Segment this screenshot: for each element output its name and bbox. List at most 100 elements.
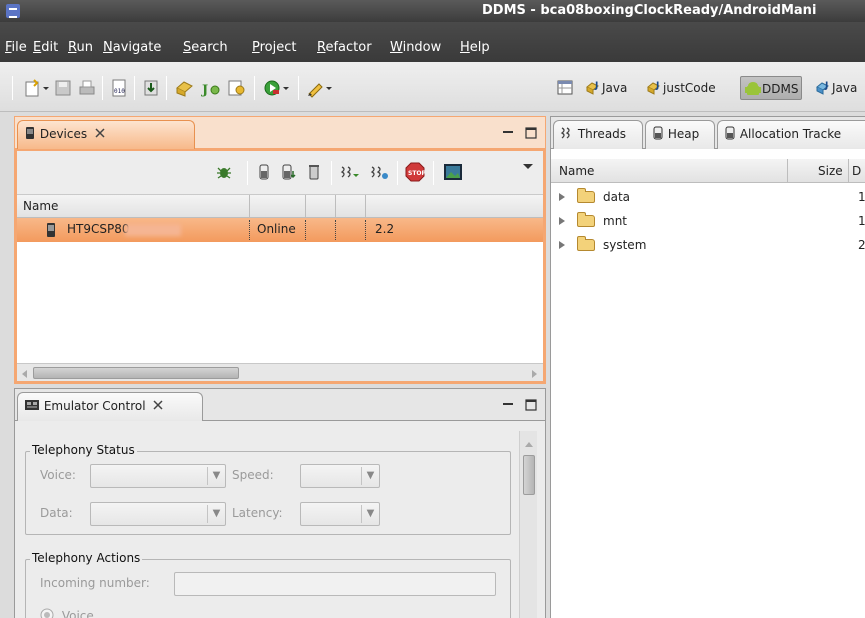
menu-window[interactable]: Window bbox=[390, 40, 441, 55]
tree-row-data[interactable]: data 1 bbox=[551, 185, 865, 209]
menu-navigate[interactable]: Navigate bbox=[103, 40, 161, 55]
menu-help[interactable]: Help bbox=[460, 40, 490, 55]
new-file-icon[interactable] bbox=[226, 78, 248, 98]
tab-heap[interactable]: Heap bbox=[645, 120, 715, 149]
folder-icon bbox=[577, 236, 595, 251]
open-perspective-icon[interactable] bbox=[556, 78, 574, 98]
data-combo[interactable]: ▼ bbox=[90, 502, 226, 526]
device-row[interactable]: HT9CSP80 Online 2.2 bbox=[17, 218, 543, 242]
heap-update-icon[interactable] bbox=[257, 163, 271, 183]
column-header-name[interactable]: Name bbox=[23, 199, 58, 213]
save-icon[interactable] bbox=[54, 78, 72, 98]
column-separator bbox=[365, 220, 366, 240]
toolbar-separator bbox=[102, 76, 103, 100]
menu-search[interactable]: Search bbox=[183, 40, 228, 55]
latency-combo[interactable]: ▼ bbox=[300, 502, 380, 526]
tab-allocation-tracker[interactable]: Allocation Tracke bbox=[717, 120, 865, 149]
view-menu-icon[interactable] bbox=[522, 161, 534, 181]
expand-arrow-icon[interactable] bbox=[559, 193, 565, 201]
column-separator[interactable] bbox=[848, 159, 849, 183]
svg-text:010: 010 bbox=[114, 88, 125, 95]
binary-icon[interactable]: 010 bbox=[110, 78, 128, 98]
maximize-icon[interactable] bbox=[525, 399, 537, 414]
menu-bar: File Edit Run Navigate Search Project Re… bbox=[0, 22, 865, 62]
threads-icon bbox=[560, 121, 574, 148]
close-icon[interactable] bbox=[153, 393, 163, 420]
expand-arrow-icon[interactable] bbox=[559, 217, 565, 225]
telephony-actions-group: Telephony Actions Incoming number: Voice bbox=[25, 551, 511, 618]
perspective-java-debug-label: Java bbox=[832, 81, 858, 95]
start-method-profiling-icon[interactable] bbox=[369, 163, 389, 183]
svg-text:J: J bbox=[655, 81, 659, 91]
column-header-size[interactable]: Size bbox=[818, 164, 843, 178]
devices-tabstrip: Devices bbox=[15, 117, 545, 149]
tab-devices[interactable]: Devices bbox=[17, 120, 195, 149]
chevron-down-icon: ▼ bbox=[361, 505, 379, 523]
stop-process-icon[interactable]: STOP bbox=[405, 162, 427, 182]
pen-icon[interactable] bbox=[306, 78, 336, 98]
device-serial-blur bbox=[125, 224, 181, 236]
perspective-java-label: Java bbox=[602, 81, 628, 95]
tab-emulator-control[interactable]: Emulator Control bbox=[17, 392, 203, 421]
tree-row-label: mnt bbox=[603, 214, 627, 228]
new-package-icon[interactable] bbox=[174, 78, 196, 98]
column-separator[interactable] bbox=[305, 195, 306, 218]
folder-icon bbox=[577, 212, 595, 227]
voice-combo[interactable]: ▼ bbox=[90, 464, 226, 488]
column-header-name[interactable]: Name bbox=[559, 164, 594, 178]
menu-refactor[interactable]: Refactor bbox=[317, 40, 372, 55]
chevron-down-icon: ▼ bbox=[207, 467, 225, 485]
run-icon[interactable] bbox=[262, 78, 292, 98]
scroll-thumb[interactable] bbox=[523, 455, 535, 495]
device-build: 2.2 bbox=[375, 222, 395, 236]
download-icon[interactable] bbox=[142, 78, 160, 98]
eclipse-app-icon[interactable] bbox=[6, 4, 20, 18]
new-java-icon[interactable]: J bbox=[200, 78, 222, 98]
scroll-right-icon[interactable] bbox=[531, 368, 539, 382]
perspective-java-debug[interactable]: J Java bbox=[814, 76, 857, 100]
scroll-thumb[interactable] bbox=[33, 367, 239, 379]
emulator-control-panel: Emulator Control Telephony Status Voice:… bbox=[14, 388, 546, 618]
minimize-icon[interactable] bbox=[502, 127, 514, 141]
column-separator[interactable] bbox=[335, 195, 336, 218]
minimize-icon[interactable] bbox=[502, 399, 514, 413]
maximize-icon[interactable] bbox=[525, 127, 537, 142]
close-icon[interactable] bbox=[95, 121, 105, 148]
main-toolbar: 010 J J Java JjustCode DDMS J Java bbox=[0, 62, 865, 112]
perspective-ddms-label: DDMS bbox=[762, 82, 799, 96]
tab-threads[interactable]: Threads bbox=[553, 120, 643, 149]
menu-edit[interactable]: Edit bbox=[33, 40, 58, 55]
perspective-justcode[interactable]: JjustCode bbox=[645, 76, 716, 100]
new-wizard-icon[interactable] bbox=[24, 78, 50, 98]
dump-hprof-icon[interactable] bbox=[281, 163, 299, 183]
devices-horizontal-scrollbar[interactable] bbox=[17, 363, 543, 381]
incoming-number-input[interactable] bbox=[174, 572, 496, 596]
gc-icon[interactable] bbox=[307, 163, 321, 183]
column-separator[interactable] bbox=[787, 159, 788, 183]
column-separator[interactable] bbox=[249, 195, 250, 218]
perspective-java[interactable]: J Java bbox=[584, 76, 627, 100]
print-icon[interactable] bbox=[78, 78, 96, 98]
menu-file[interactable]: File bbox=[5, 40, 27, 55]
expand-arrow-icon[interactable] bbox=[559, 241, 565, 249]
column-header-date[interactable]: D bbox=[852, 164, 861, 178]
svg-text:J: J bbox=[824, 81, 828, 91]
thread-update-icon[interactable] bbox=[339, 163, 359, 183]
column-separator[interactable] bbox=[365, 195, 366, 218]
scroll-up-icon[interactable] bbox=[524, 437, 534, 451]
phone-icon bbox=[24, 121, 36, 148]
speed-combo[interactable]: ▼ bbox=[300, 464, 380, 488]
tree-row-mnt[interactable]: mnt 1 bbox=[551, 209, 865, 233]
tree-row-system[interactable]: system 2 bbox=[551, 233, 865, 257]
voice-radio[interactable]: Voice bbox=[40, 608, 94, 618]
scroll-left-icon[interactable] bbox=[20, 368, 28, 382]
menu-run[interactable]: Run bbox=[68, 40, 93, 55]
allocation-icon bbox=[724, 121, 736, 148]
emulator-vertical-scrollbar[interactable] bbox=[519, 431, 537, 618]
screen-capture-icon[interactable] bbox=[443, 162, 463, 182]
menu-project[interactable]: Project bbox=[252, 40, 297, 55]
column-separator bbox=[335, 220, 336, 240]
debug-bug-icon[interactable] bbox=[215, 163, 233, 183]
perspective-ddms[interactable]: DDMS bbox=[740, 76, 803, 100]
svg-text:J: J bbox=[201, 83, 208, 98]
